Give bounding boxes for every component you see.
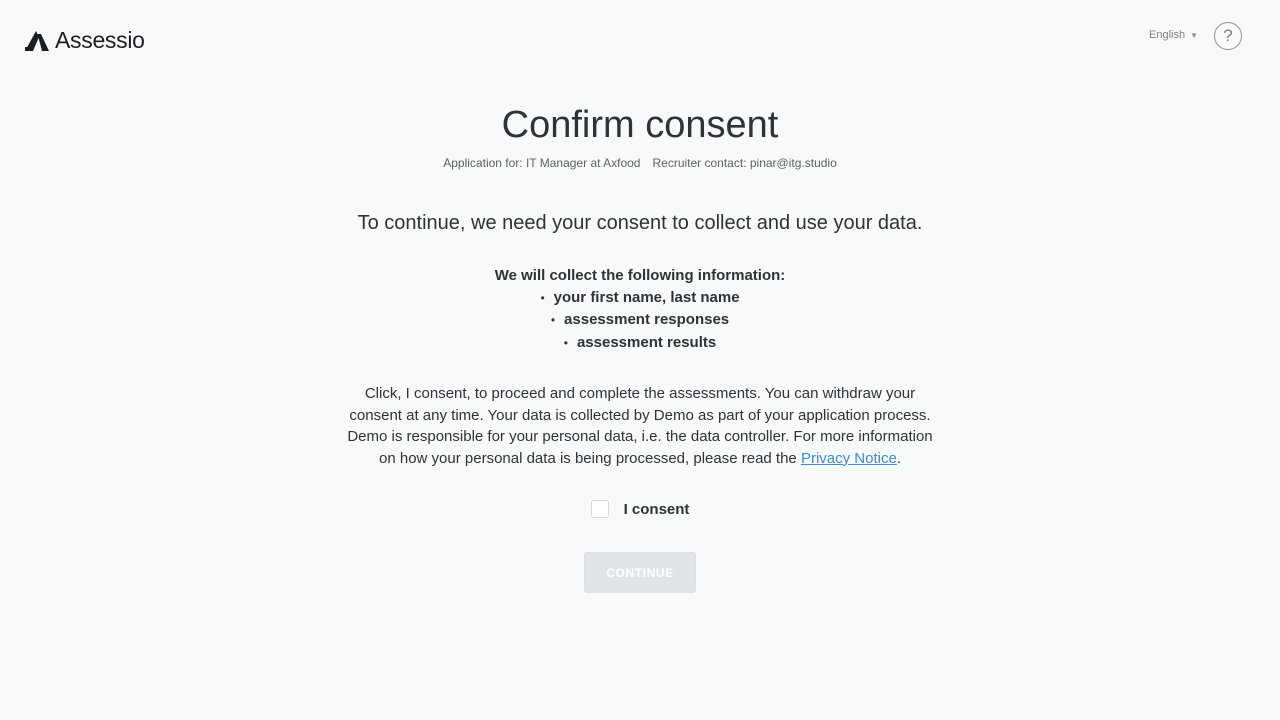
collected-info-list: your first name, last name assessment re… xyxy=(0,287,1280,355)
list-item: assessment responses xyxy=(0,309,1280,332)
consent-checkbox[interactable] xyxy=(590,500,609,518)
consent-checkbox-row[interactable]: I consent xyxy=(0,500,1280,518)
application-for: Application for: IT Manager at Axfood xyxy=(443,156,641,170)
list-item: assessment results xyxy=(0,332,1280,355)
continue-button[interactable]: CONTINUE xyxy=(584,552,696,593)
help-icon[interactable]: ? xyxy=(1214,22,1242,50)
logo-text: Assessio xyxy=(55,27,145,53)
collected-info-heading: We will collect the following informatio… xyxy=(494,267,786,284)
application-meta: Application for: IT Manager at Axfood Re… xyxy=(0,156,1280,170)
consent-content: Confirm consent Application for: IT Mana… xyxy=(0,100,1280,593)
top-bar: Assessio English ▼ ? xyxy=(0,0,1280,76)
privacy-notice-link[interactable]: Privacy Notice xyxy=(801,450,897,467)
chevron-down-icon: ▼ xyxy=(1190,30,1198,40)
page-title: Confirm consent xyxy=(501,104,779,146)
consent-lead: To continue, we need your consent to col… xyxy=(357,212,923,234)
assessio-logo-icon xyxy=(25,30,49,51)
recruiter-contact: Recruiter contact: pinar@itg.studio xyxy=(652,156,837,170)
description-end: . xyxy=(896,449,901,467)
language-label: English xyxy=(1149,29,1186,41)
collected-info: We will collect the following informatio… xyxy=(0,265,1280,354)
consent-label[interactable]: I consent xyxy=(624,501,690,518)
consent-description: Click, I consent, to proceed and complet… xyxy=(340,383,940,469)
language-selector[interactable]: English ▼ xyxy=(1149,29,1198,41)
brand-logo[interactable]: Assessio xyxy=(25,27,145,54)
list-item: your first name, last name xyxy=(0,287,1280,310)
